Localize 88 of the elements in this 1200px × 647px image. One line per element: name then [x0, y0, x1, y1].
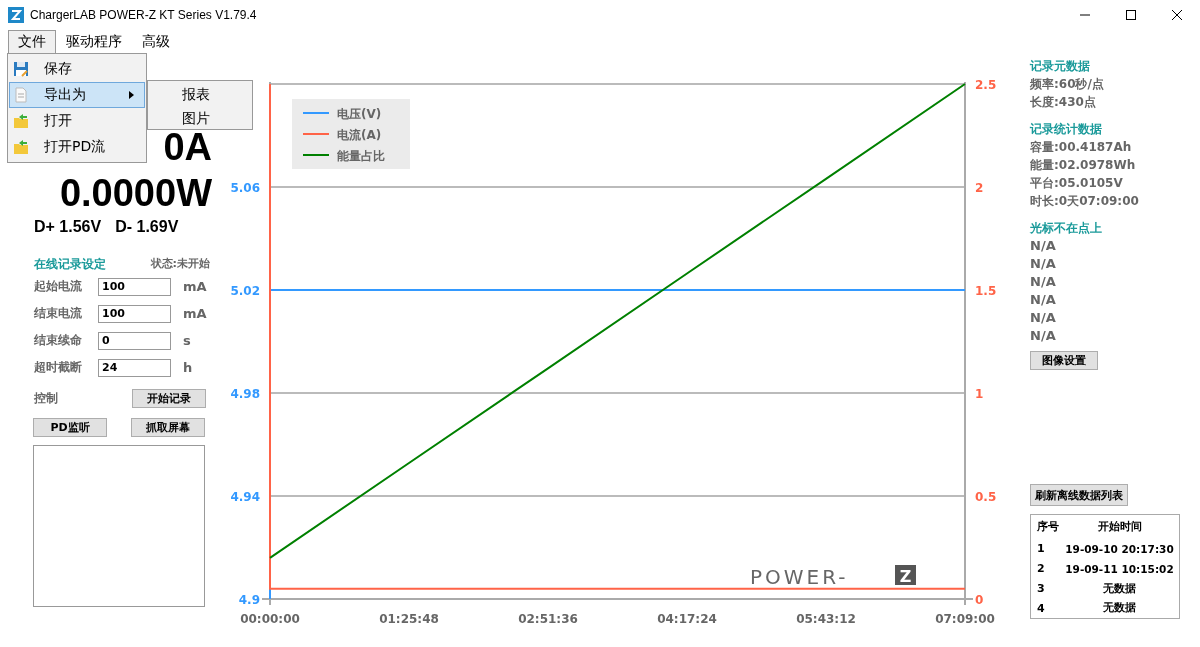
table-cell[interactable]: 无数据	[1060, 578, 1180, 599]
d-minus-reading: D- 1.69V	[115, 218, 179, 236]
x-axis-label: 07:09:00	[935, 612, 995, 626]
start-record-button[interactable]: 开始记录	[132, 389, 206, 408]
control-label: 控制	[34, 390, 59, 407]
cursor-value: N/A	[1030, 291, 1057, 309]
menu-label: 导出为	[44, 86, 87, 104]
stat-text: 长度:430点	[1030, 94, 1097, 111]
y-axis-label: 4.98	[230, 387, 260, 401]
input-field[interactable]: 0	[98, 331, 171, 350]
y-axis-label: 1.5	[975, 284, 997, 298]
image-settings-button[interactable]: 图像设置	[1030, 351, 1098, 370]
logo-mark: Z	[895, 565, 916, 586]
field-label: 结束续命	[34, 332, 83, 349]
table-cell[interactable]: 19-09-10 20:17:30	[1060, 538, 1180, 559]
folder-icon	[13, 139, 29, 155]
menu-label: 打开	[44, 112, 73, 130]
menu-item[interactable]: 打开PD流	[9, 134, 145, 160]
y-axis-label: 1	[975, 387, 984, 401]
input-field[interactable]: 24	[98, 358, 171, 377]
menu-item[interactable]: 保存	[9, 56, 145, 82]
section-title: 光标不在点上	[1030, 220, 1103, 237]
unit-label: mA	[183, 306, 207, 321]
stat-text: 容量:00.4187Ah	[1030, 139, 1133, 156]
menu-label: 打开PD流	[44, 138, 107, 156]
menu-item[interactable]: 导出为	[9, 82, 145, 108]
x-axis-label: 00:00:00	[240, 612, 300, 626]
stat-text: 平台:05.0105V	[1030, 175, 1124, 192]
unit-label: mA	[183, 279, 207, 294]
y-axis-label: 5.06	[230, 181, 260, 195]
cursor-value: N/A	[1030, 255, 1057, 273]
status-text: 状态:未开始	[150, 256, 210, 272]
y-axis-label: 2	[975, 181, 984, 195]
input-field[interactable]: 100	[98, 304, 171, 323]
x-axis-label: 05:43:12	[796, 612, 856, 626]
menu-item[interactable]: 文件	[8, 30, 56, 54]
app-logo-icon	[8, 7, 24, 23]
field-label: 起始电流	[34, 278, 83, 295]
pd-monitor-button[interactable]: PD监听	[33, 418, 107, 437]
legend-label: 电压(V)	[337, 107, 382, 121]
save-icon	[13, 61, 29, 77]
section-title: 记录元数据	[1030, 58, 1091, 75]
stat-text: 频率:60秒/点	[1030, 76, 1105, 93]
field-label: 超时截断	[34, 359, 83, 376]
logo-text: POWER-	[750, 565, 849, 589]
y-axis-label: 5.02	[230, 284, 260, 298]
x-axis-label: 04:17:24	[657, 612, 717, 626]
x-axis-label: 02:51:36	[518, 612, 578, 626]
power-reading: 0.0000W	[59, 171, 212, 216]
cursor-value: N/A	[1030, 237, 1057, 255]
table-cell[interactable]: 19-09-11 10:15:02	[1060, 558, 1180, 579]
folder-icon	[13, 113, 29, 129]
unit-label: s	[183, 333, 191, 348]
y-axis-label: 0	[975, 593, 984, 607]
field-label: 结束电流	[34, 305, 83, 322]
menu-label: 保存	[44, 60, 73, 78]
d-plus-reading: D+ 1.56V	[34, 218, 102, 236]
stat-text: 时长:0天07:09:00	[1030, 193, 1140, 210]
cursor-value: N/A	[1030, 273, 1057, 291]
y-axis-label: 0.5	[975, 490, 997, 504]
input-field[interactable]: 100	[98, 277, 171, 296]
y-axis-label: 4.94	[230, 490, 260, 504]
stat-text: 能量:02.0978Wh	[1030, 157, 1137, 174]
section-title: 在线记录设定	[34, 256, 106, 273]
unit-label: h	[183, 360, 193, 375]
menu-item[interactable]: 打开	[9, 108, 145, 134]
cursor-value: N/A	[1030, 309, 1057, 327]
y-axis-label: 4.9	[238, 593, 260, 607]
menu-item[interactable]: 报表	[182, 82, 252, 106]
menu-item[interactable]: 高级	[132, 30, 180, 54]
y-axis-label: 2.5	[975, 78, 997, 92]
section-title: 记录统计数据	[1030, 121, 1103, 138]
window-title: ChargerLAB POWER-Z KT Series V1.79.4	[30, 8, 258, 22]
column-header: 序号	[1030, 514, 1060, 539]
legend-label: 电流(A)	[337, 128, 382, 142]
menu-item[interactable]: 驱动程序	[56, 30, 132, 54]
refresh-list-button[interactable]: 刷新离线数据列表	[1030, 484, 1128, 506]
table-cell[interactable]: 无数据	[1060, 598, 1180, 619]
screenshot-button[interactable]: 抓取屏幕	[131, 418, 205, 437]
legend-label: 能量占比	[337, 149, 385, 163]
table-cell[interactable]: 2	[1030, 558, 1060, 579]
x-axis-label: 01:25:48	[379, 612, 439, 626]
cursor-value: N/A	[1030, 327, 1057, 345]
table-cell[interactable]: 4	[1030, 598, 1060, 619]
table-cell[interactable]: 3	[1030, 578, 1060, 599]
document-icon	[13, 87, 29, 103]
table-cell[interactable]: 1	[1030, 538, 1060, 559]
column-header: 开始时间	[1060, 514, 1180, 539]
